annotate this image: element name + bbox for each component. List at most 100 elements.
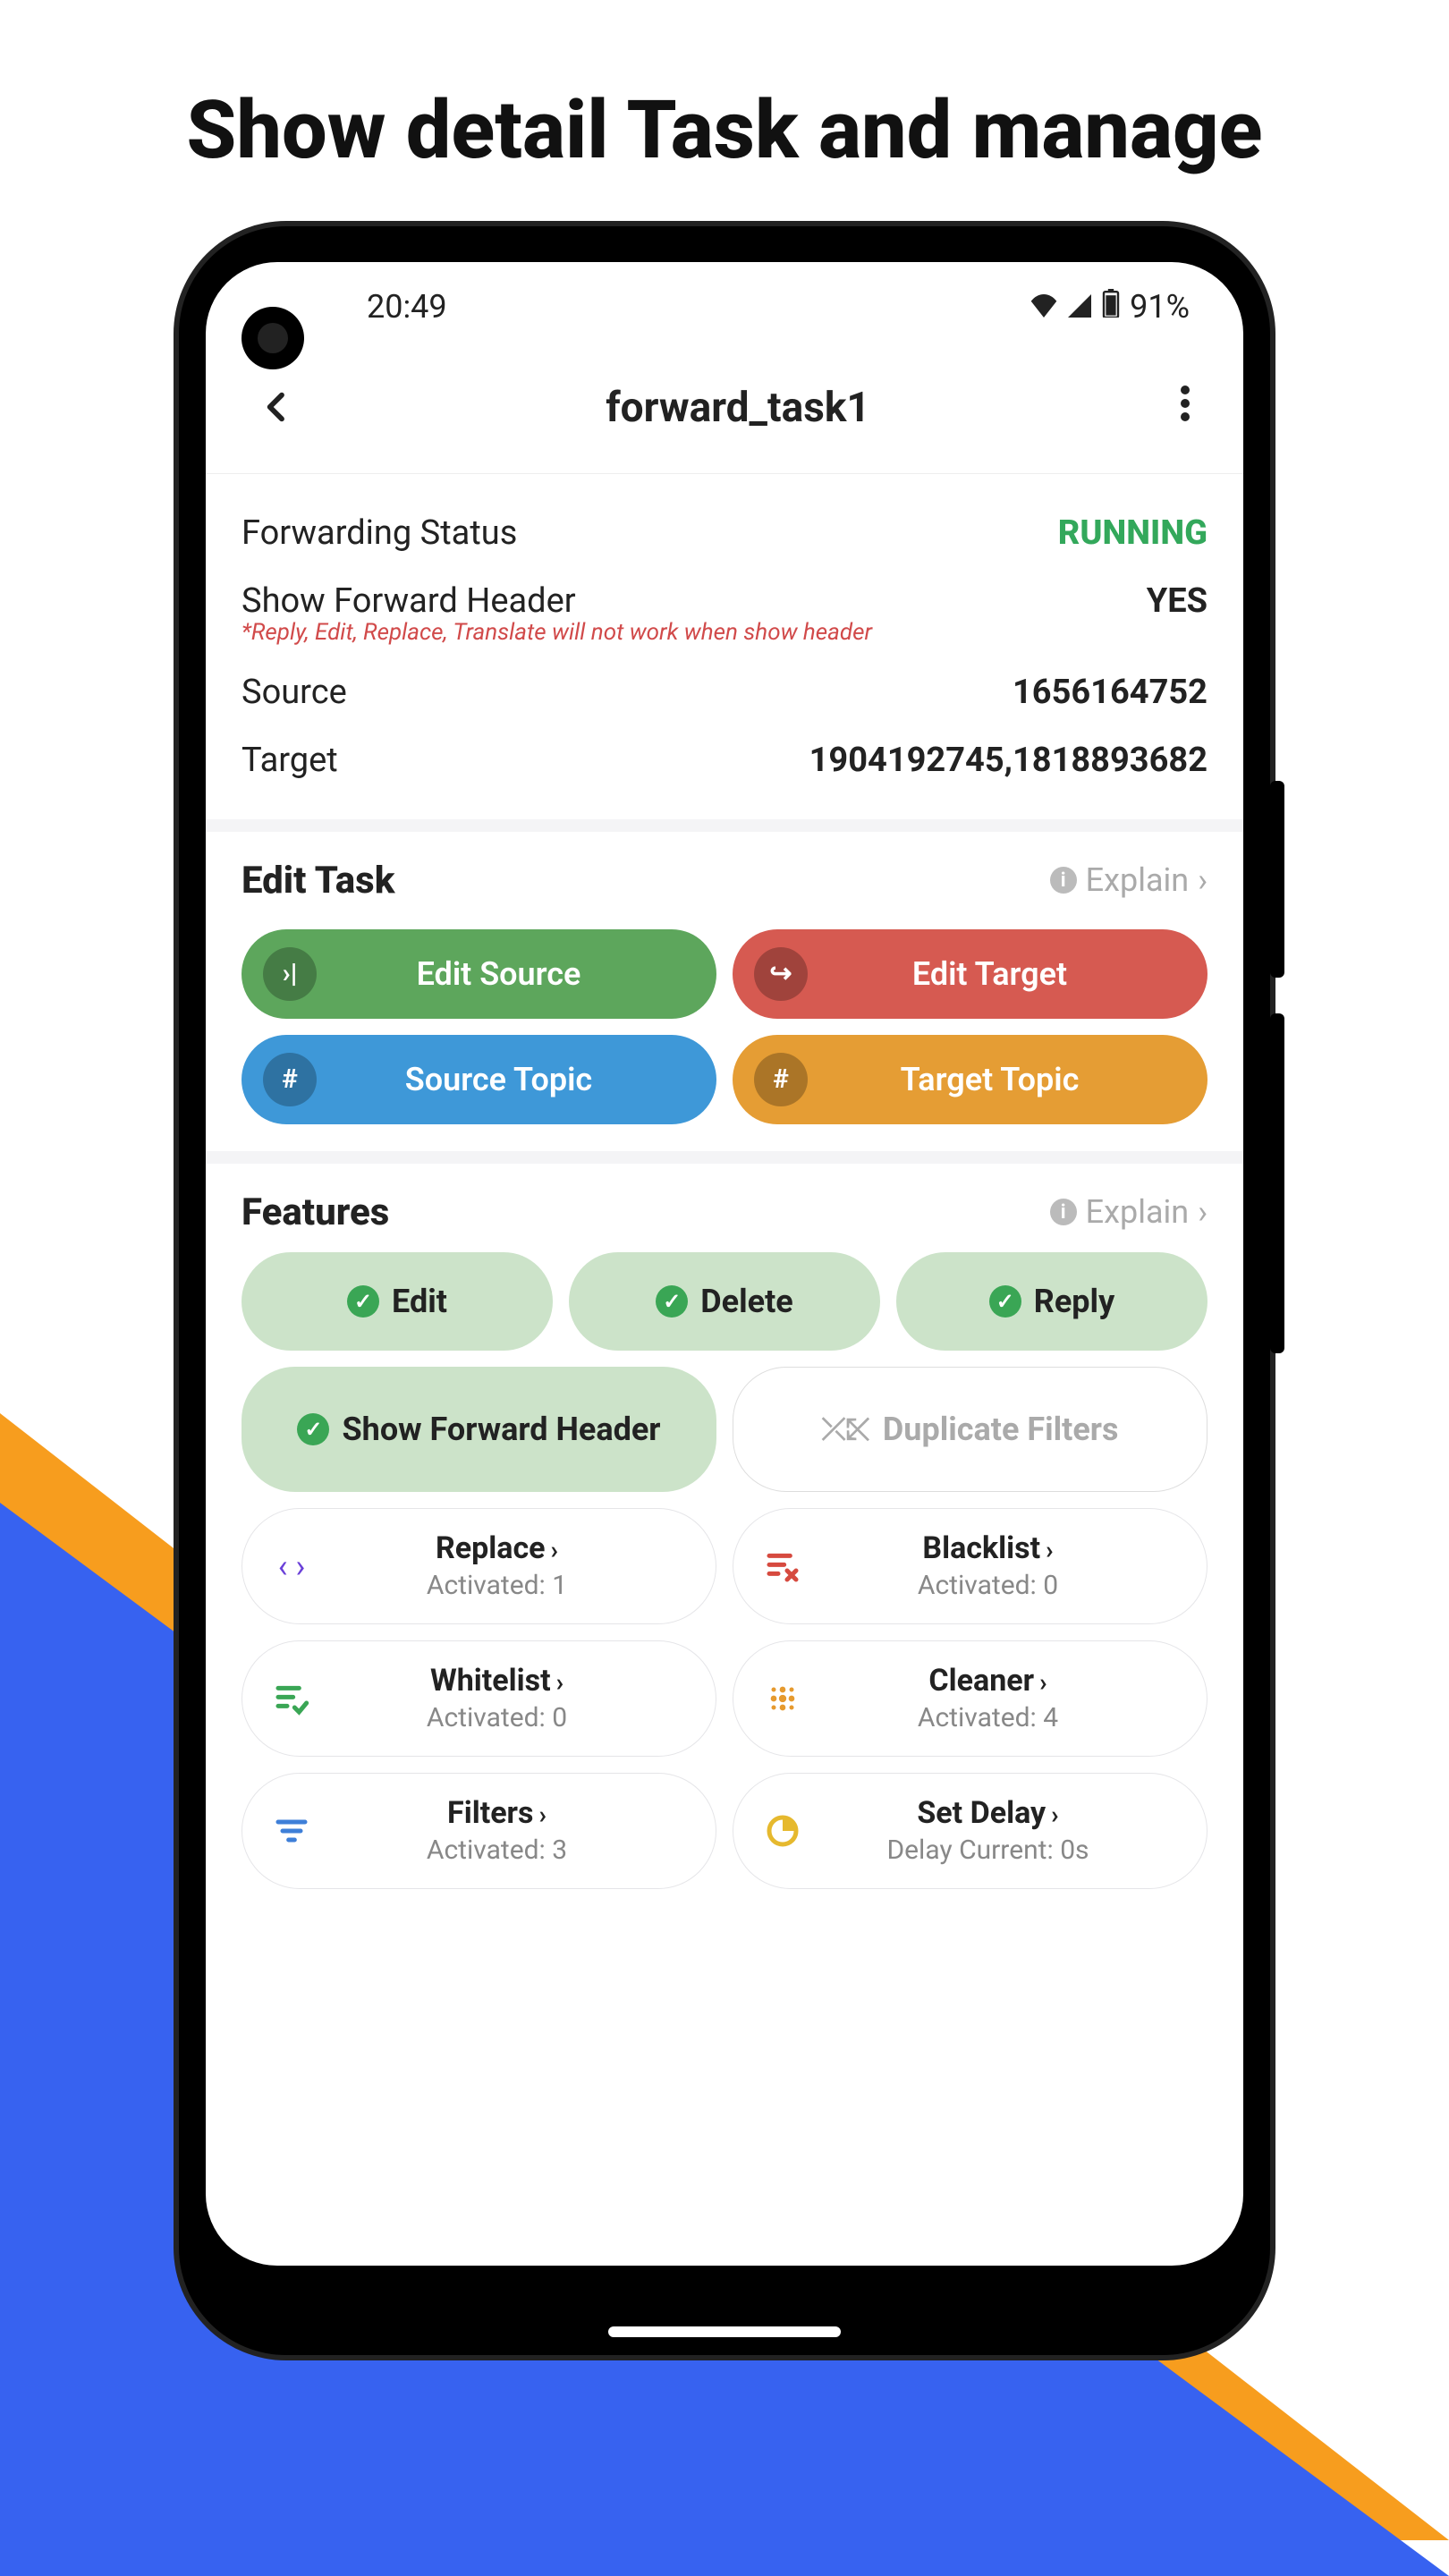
list-check-icon [269,1676,314,1721]
promo-title: Show detail Task and manage [0,0,1449,226]
forwarding-status-label: Forwarding Status [242,513,517,553]
chevron-right-icon: › [551,1535,558,1564]
source-topic-label: Source Topic [338,1061,695,1098]
feature-delete-toggle[interactable]: ✓ Delete [569,1252,880,1351]
cleaner-card[interactable]: Cleaner› Activated: 4 [733,1640,1208,1757]
forwarding-status-value: RUNNING [1058,513,1208,553]
target-value: 1904192745,1818893682 [809,741,1208,780]
blacklist-title: Blacklist [922,1530,1040,1566]
more-menu-button[interactable] [1163,377,1208,439]
list-x-icon [760,1544,805,1589]
clock-icon [760,1809,805,1853]
edit-source-label: Edit Source [338,955,695,993]
filters-sub: Activated: 3 [332,1835,662,1866]
check-icon: ✓ [297,1413,329,1445]
edit-task-header: Edit Task i Explain › [206,832,1243,920]
task-info: Forwarding Status RUNNING Show Forward H… [206,474,1243,819]
feature-reply-label: Reply [1034,1283,1114,1320]
battery-percent: 91% [1130,288,1190,326]
page-title: forward_task1 [606,384,870,432]
code-icon: ‹ › [269,1544,314,1589]
replace-card[interactable]: ‹ › Replace› Activated: 1 [242,1508,716,1624]
screen: 20:49 91% forward_task1 [206,262,1243,2266]
edit-task-title: Edit Task [242,859,394,902]
unlink-icon: ⤫⤪ [822,1411,870,1447]
explain-label: Explain [1086,861,1190,899]
feature-show-header-label: Show Forward Header [342,1411,660,1448]
whitelist-title: Whitelist [430,1663,551,1699]
feature-toggles-row1: ✓ Edit ✓ Delete ✓ Reply [206,1252,1243,1367]
divider [206,1151,1243,1164]
feature-cards-row1: ‹ › Replace› Activated: 1 Blacklist› Act… [206,1508,1243,1640]
target-topic-label: Target Topic [829,1061,1186,1098]
phone-frame: 20:49 91% forward_task1 [179,226,1270,2355]
source-topic-button[interactable]: # Source Topic [242,1035,716,1124]
phone-side-button-2 [1270,1013,1284,1353]
battery-icon [1101,288,1121,326]
blacklist-sub: Activated: 0 [823,1570,1153,1601]
whitelist-card[interactable]: Whitelist› Activated: 0 [242,1640,716,1757]
replace-sub: Activated: 1 [332,1570,662,1601]
home-indicator [608,2326,841,2337]
chevron-right-icon: › [1046,1535,1053,1564]
feature-reply-toggle[interactable]: ✓ Reply [896,1252,1208,1351]
feature-edit-toggle[interactable]: ✓ Edit [242,1252,553,1351]
explain-label: Explain [1086,1193,1190,1231]
features-explain[interactable]: i Explain › [1050,1193,1208,1231]
arrow-right-bar-icon: ›| [263,947,317,1001]
chevron-right-icon: › [1198,861,1208,899]
features-title: Features [242,1191,389,1234]
delay-sub: Delay Current: 0s [823,1835,1153,1866]
edit-target-label: Edit Target [829,955,1186,993]
filters-title: Filters [447,1795,533,1831]
blur-icon [760,1676,805,1721]
chevron-right-icon: › [1198,1193,1208,1231]
edit-source-button[interactable]: ›| Edit Source [242,929,716,1019]
back-button[interactable] [242,369,313,446]
feature-toggles-row2: ✓ Show Forward Header ⤫⤪ Duplicate Filte… [206,1367,1243,1508]
camera-cutout [242,307,304,369]
feature-duplicate-label: Duplicate Filters [883,1411,1119,1448]
forward-header-value: YES [1147,581,1208,621]
check-icon: ✓ [989,1285,1021,1318]
check-icon: ✓ [656,1285,688,1318]
wifi-icon [1030,288,1058,326]
feature-delete-label: Delete [700,1283,792,1320]
blacklist-card[interactable]: Blacklist› Activated: 0 [733,1508,1208,1624]
status-time: 20:49 [367,288,447,326]
forward-header-label: Show Forward Header [242,581,576,621]
chevron-right-icon: › [538,1800,546,1829]
check-icon: ✓ [347,1285,379,1318]
app-header: forward_task1 [206,352,1243,474]
edit-task-explain[interactable]: i Explain › [1050,861,1208,899]
hash-icon: # [754,1053,808,1106]
edit-task-buttons: ›| Edit Source ↪ Edit Target # Source To… [206,920,1243,1151]
chevron-right-icon: › [1051,1800,1058,1829]
cleaner-sub: Activated: 4 [823,1702,1153,1733]
features-header: Features i Explain › [206,1164,1243,1252]
filters-card[interactable]: Filters› Activated: 3 [242,1773,716,1889]
edit-target-button[interactable]: ↪ Edit Target [733,929,1208,1019]
delay-title: Set Delay [917,1795,1046,1831]
source-label: Source [242,673,347,712]
forward-header-note: *Reply, Edit, Replace, Translate will no… [242,619,1208,646]
divider [206,819,1243,832]
filter-icon [269,1809,314,1853]
replace-title: Replace [436,1530,546,1566]
cleaner-title: Cleaner [928,1663,1034,1699]
feature-show-header-toggle[interactable]: ✓ Show Forward Header [242,1367,716,1492]
info-icon: i [1050,867,1077,894]
set-delay-card[interactable]: Set Delay› Delay Current: 0s [733,1773,1208,1889]
target-label: Target [242,741,338,780]
chevron-right-icon: › [556,1667,564,1697]
info-icon: i [1050,1199,1077,1225]
status-bar: 20:49 91% [206,262,1243,352]
forward-arrow-icon: ↪ [754,947,808,1001]
feature-duplicate-filters-toggle[interactable]: ⤫⤪ Duplicate Filters [733,1367,1208,1492]
source-value: 1656164752 [1013,673,1208,712]
chevron-right-icon: › [1039,1667,1046,1697]
phone-side-button-1 [1270,781,1284,978]
feature-cards-row3: Filters› Activated: 3 Set Delay› Delay C… [206,1773,1243,1905]
target-topic-button[interactable]: # Target Topic [733,1035,1208,1124]
feature-edit-label: Edit [392,1283,447,1320]
